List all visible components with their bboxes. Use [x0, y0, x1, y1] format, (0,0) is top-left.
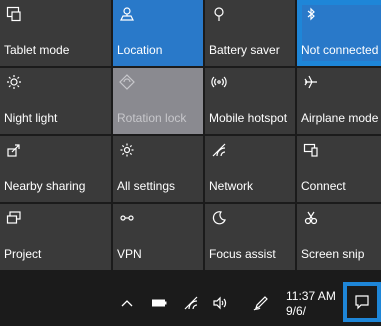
quick-actions-grid: Tablet mode Location Battery saver Not c…	[0, 0, 381, 279]
tile-label: Screen snip	[301, 247, 365, 261]
tile-mobile-hotspot[interactable]: Mobile hotspot	[205, 68, 295, 134]
vpn-icon	[119, 210, 137, 228]
tile-connect[interactable]: Connect	[297, 136, 381, 202]
tile-battery-saver[interactable]: Battery saver	[205, 0, 295, 66]
tile-label: Project	[4, 247, 42, 261]
location-icon	[119, 6, 137, 24]
tile-label: Mobile hotspot	[209, 111, 288, 125]
volume-icon[interactable]	[212, 295, 228, 311]
tile-label: Nearby sharing	[4, 179, 86, 193]
tile-network[interactable]: Network	[205, 136, 295, 202]
clock-date: 9/6/	[286, 304, 307, 318]
tile-label: All settings	[117, 179, 176, 193]
tile-label: Network	[209, 179, 254, 193]
airplane-mode-icon	[303, 74, 321, 92]
tile-rotation-lock[interactable]: Rotation lock	[113, 68, 203, 134]
tile-all-settings[interactable]: All settings	[113, 136, 203, 202]
focus-assist-icon	[211, 210, 229, 228]
tile-airplane-mode[interactable]: Airplane mode	[297, 68, 381, 134]
tile-label: Airplane mode	[301, 111, 379, 125]
tile-project[interactable]: Project	[0, 204, 111, 270]
battery-icon[interactable]	[151, 295, 167, 311]
gear-icon	[119, 142, 137, 160]
tile-nearby-sharing[interactable]: Nearby sharing	[0, 136, 111, 202]
tile-label: Location	[117, 43, 163, 57]
connect-icon	[303, 142, 321, 160]
tile-night-light[interactable]: Night light	[0, 68, 111, 134]
tile-label: Battery saver	[209, 43, 280, 57]
bluetooth-icon	[303, 6, 321, 24]
notification-icon	[355, 295, 369, 310]
network-icon	[211, 142, 229, 160]
clock-time: 11:37 AM	[286, 289, 336, 303]
tablet-mode-icon	[6, 6, 24, 24]
tile-screen-snip[interactable]: Screen snip	[297, 204, 381, 270]
tile-label: Focus assist	[209, 247, 276, 261]
project-icon	[6, 210, 24, 228]
mobile-hotspot-icon	[211, 74, 229, 92]
tile-label: Rotation lock	[117, 111, 187, 125]
tile-location[interactable]: Location	[113, 0, 203, 66]
taskbar: 11:37 AM 9/6/	[0, 279, 381, 326]
tile-bluetooth[interactable]: Not connected	[297, 0, 381, 66]
tile-label: Night light	[4, 111, 58, 125]
night-light-icon	[6, 74, 24, 92]
tile-label: Connect	[301, 179, 346, 193]
chevron-up-icon[interactable]	[119, 295, 135, 311]
battery-saver-icon	[211, 6, 229, 24]
wifi-icon[interactable]	[183, 295, 199, 311]
nearby-sharing-icon	[6, 142, 24, 160]
clock[interactable]: 11:37 AM 9/6/	[286, 289, 336, 319]
screen-snip-icon	[303, 210, 321, 228]
tile-label: Tablet mode	[4, 43, 70, 57]
tile-tablet-mode[interactable]: Tablet mode	[0, 0, 111, 66]
pen-icon[interactable]	[253, 295, 269, 311]
action-center-button[interactable]	[343, 282, 381, 322]
tile-focus-assist[interactable]: Focus assist	[205, 204, 295, 270]
rotation-lock-icon	[119, 74, 137, 92]
tile-vpn[interactable]: VPN	[113, 204, 203, 270]
tile-label: Not connected	[301, 43, 379, 57]
tile-label: VPN	[117, 247, 142, 261]
